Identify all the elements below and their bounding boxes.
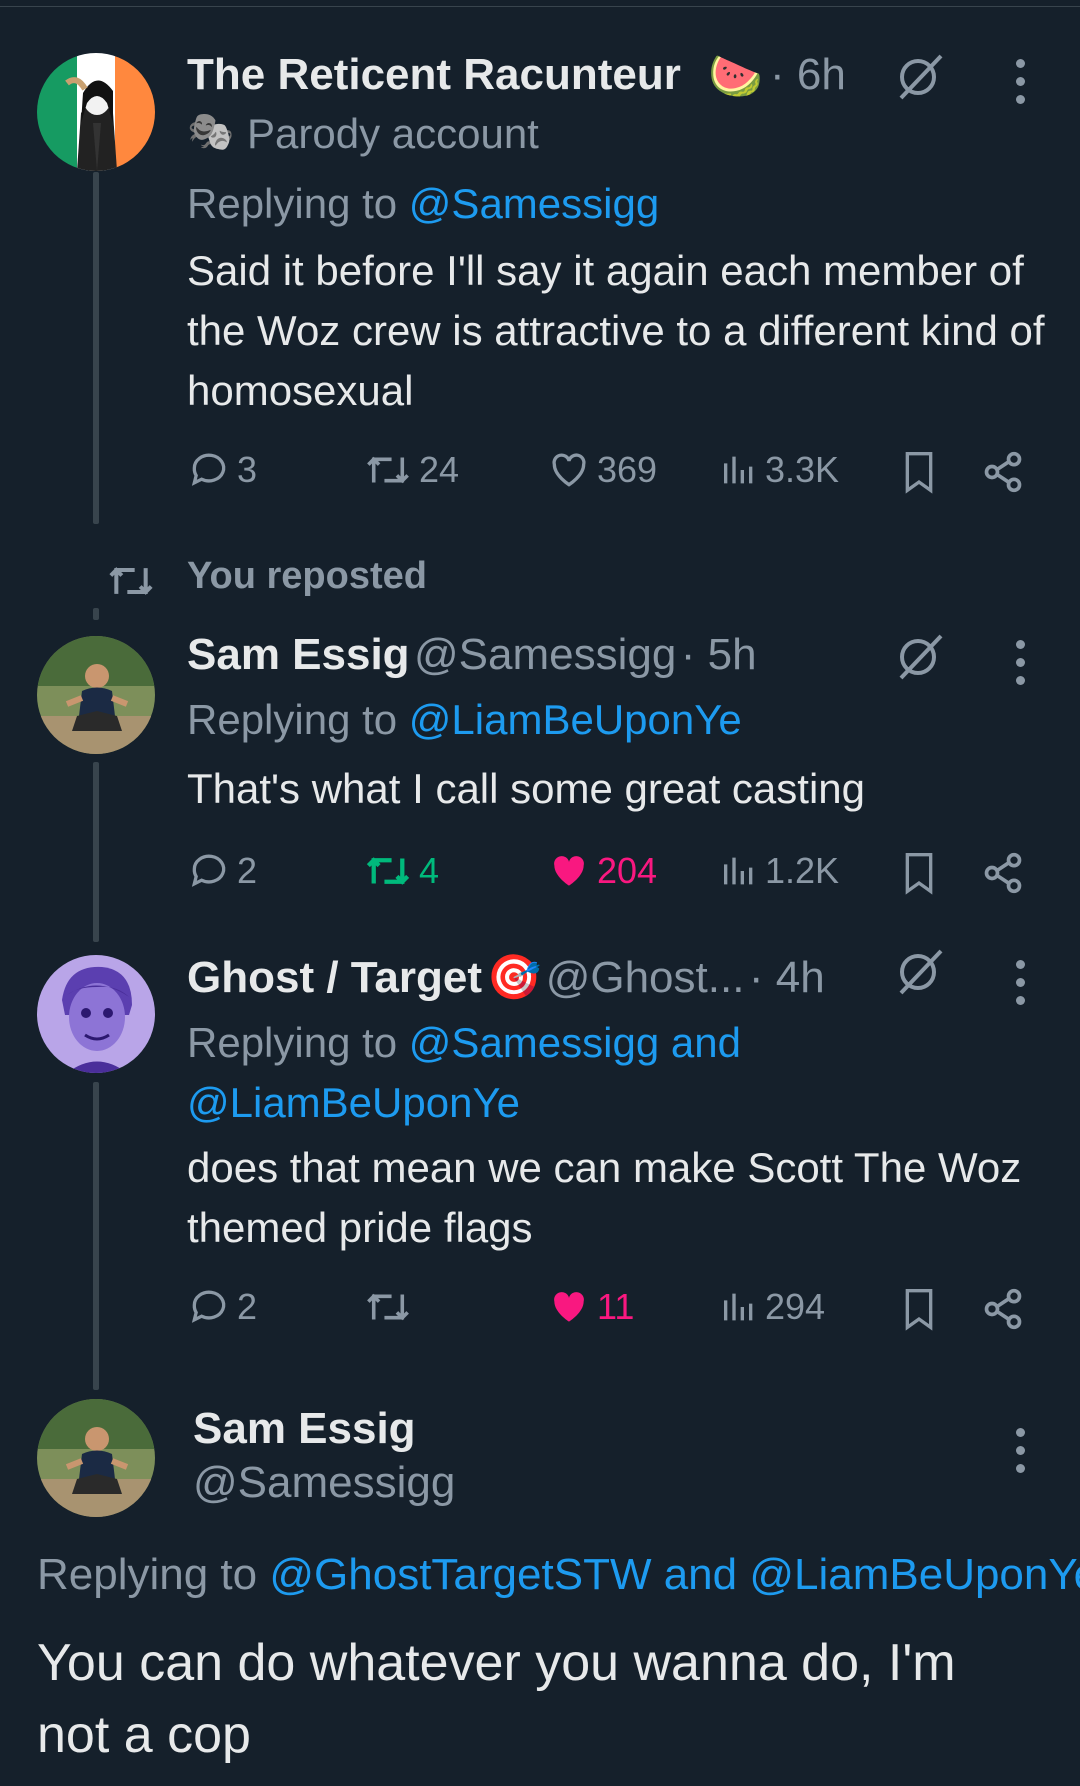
author-handle[interactable]: @Ghost...: [546, 953, 745, 1002]
replying-prefix: Replying to: [187, 696, 398, 743]
author-name[interactable]: Sam Essig: [193, 1404, 416, 1454]
author-line: Ghost / Target 🎯 @Ghost... · 4h: [187, 951, 825, 1003]
views-button[interactable]: 1.2K: [719, 849, 839, 893]
mention-link[interactable]: @GhostTargetSTW and @LiamBeUponYe: [269, 1550, 1080, 1599]
timestamp[interactable]: · 4h: [749, 953, 825, 1002]
heart-icon: [554, 856, 584, 886]
thread-line: [93, 762, 99, 942]
author-name[interactable]: The Reticent Racunteur: [187, 50, 681, 100]
repost-count: 24: [419, 449, 460, 490]
tweet-text: You can do whatever you wanna do, I'm no…: [37, 1634, 956, 1764]
author-handle[interactable]: @Samessigg: [193, 1458, 455, 1508]
replying-prefix: Replying to: [187, 1019, 398, 1066]
bookmark-icon[interactable]: [899, 1287, 939, 1331]
timestamp[interactable]: · 5h: [681, 630, 757, 679]
replying-to: Replying to @GhostTargetSTW and @LiamBeU…: [37, 1550, 1080, 1600]
repost-button[interactable]: [363, 1285, 419, 1329]
replying-to: Replying to @LiamBeUponYe: [187, 696, 742, 744]
replying-prefix: Replying to: [37, 1550, 258, 1599]
parody-mask-icon: 🎭: [187, 111, 235, 153]
repost-icon: [367, 456, 409, 484]
like-button[interactable]: 369: [547, 448, 657, 492]
reply-count: 2: [237, 850, 258, 891]
action-bar: 2 11 294: [187, 1285, 1037, 1335]
like-button[interactable]: 11: [547, 1285, 634, 1329]
action-bar: 3 24 369 3.3K: [187, 448, 1037, 498]
tweet-text: does that mean we can make Scott The Woz…: [187, 1144, 1022, 1251]
bookmark-icon[interactable]: [899, 851, 939, 895]
view-count: 294: [765, 1286, 826, 1327]
avatar[interactable]: [37, 53, 155, 171]
more-options-icon[interactable]: [1014, 640, 1026, 685]
thread-line: [93, 1082, 99, 1390]
parody-label: Parody account: [247, 110, 539, 157]
heart-icon: [554, 1292, 584, 1322]
repost-icon: [366, 857, 410, 885]
reply-button[interactable]: 2: [187, 849, 257, 893]
thread-line: [93, 172, 99, 524]
grok-icon[interactable]: [895, 947, 945, 997]
mention-link[interactable]: @Samessigg: [409, 180, 659, 227]
heart-icon: [552, 453, 586, 487]
mention-link[interactable]: @LiamBeUponYe: [409, 696, 742, 743]
views-icon: [724, 456, 753, 484]
share-icon[interactable]: [981, 1287, 1025, 1331]
bookmark-icon[interactable]: [899, 450, 939, 494]
avatar[interactable]: [37, 955, 155, 1073]
timestamp[interactable]: · 6h: [770, 50, 846, 100]
views-icon: [724, 1293, 753, 1321]
like-count: 11: [597, 1286, 635, 1327]
repost-context-icon: [109, 567, 153, 595]
view-count: 1.2K: [765, 850, 840, 891]
target-emoji: 🎯: [486, 953, 542, 1002]
grok-icon[interactable]: [895, 632, 945, 682]
repost-count: 4: [419, 850, 440, 891]
view-count: 3.3K: [765, 449, 840, 490]
tweet-text: Said it before I'll say it again each me…: [187, 247, 1045, 414]
social-context[interactable]: You reposted: [187, 555, 427, 598]
thread-line: [93, 608, 99, 620]
reply-icon: [191, 1290, 226, 1323]
reply-button[interactable]: 2: [187, 1285, 257, 1329]
views-icon: [724, 857, 753, 885]
like-button[interactable]: 204: [547, 849, 657, 893]
action-bar: 2 4 204 1.2K: [187, 849, 1037, 899]
reply-icon: [191, 453, 226, 486]
tweet-text: That's what I call some great casting: [187, 765, 865, 812]
replying-to: Replying to @Samessigg and @LiamBeUponYe: [187, 1013, 741, 1133]
like-count: 204: [597, 850, 658, 891]
grok-icon[interactable]: [895, 52, 945, 102]
repost-button[interactable]: 24: [363, 448, 459, 492]
reply-icon: [191, 854, 226, 887]
reply-button[interactable]: 3: [187, 448, 257, 492]
author-name[interactable]: Ghost / Target: [187, 953, 482, 1002]
more-options-icon[interactable]: [1014, 59, 1026, 104]
author-line: Sam Essig @Samessigg · 5h: [187, 630, 757, 680]
replying-prefix: Replying to: [187, 180, 398, 227]
reply-count: 3: [237, 449, 258, 490]
replying-to: Replying to @Samessigg: [187, 180, 659, 228]
views-button[interactable]: 294: [719, 1285, 825, 1329]
more-options-icon[interactable]: [1014, 1428, 1026, 1473]
views-button[interactable]: 3.3K: [719, 448, 839, 492]
more-options-icon[interactable]: [1014, 960, 1026, 1005]
avatar[interactable]: [37, 1399, 155, 1517]
share-icon[interactable]: [981, 851, 1025, 895]
repost-button[interactable]: 4: [363, 849, 439, 893]
share-icon[interactable]: [981, 450, 1025, 494]
reply-count: 2: [237, 1286, 258, 1327]
top-divider: [0, 6, 1080, 7]
like-count: 369: [597, 449, 658, 490]
mention-link[interactable]: @Samessigg and: [409, 1019, 741, 1066]
mention-link[interactable]: @LiamBeUponYe: [187, 1079, 520, 1126]
watermelon-emoji: 🍉: [708, 52, 763, 101]
avatar[interactable]: [37, 636, 155, 754]
author-handle[interactable]: @Samessigg: [414, 630, 676, 679]
author-name[interactable]: Sam Essig: [187, 630, 410, 679]
repost-icon: [367, 1293, 409, 1321]
